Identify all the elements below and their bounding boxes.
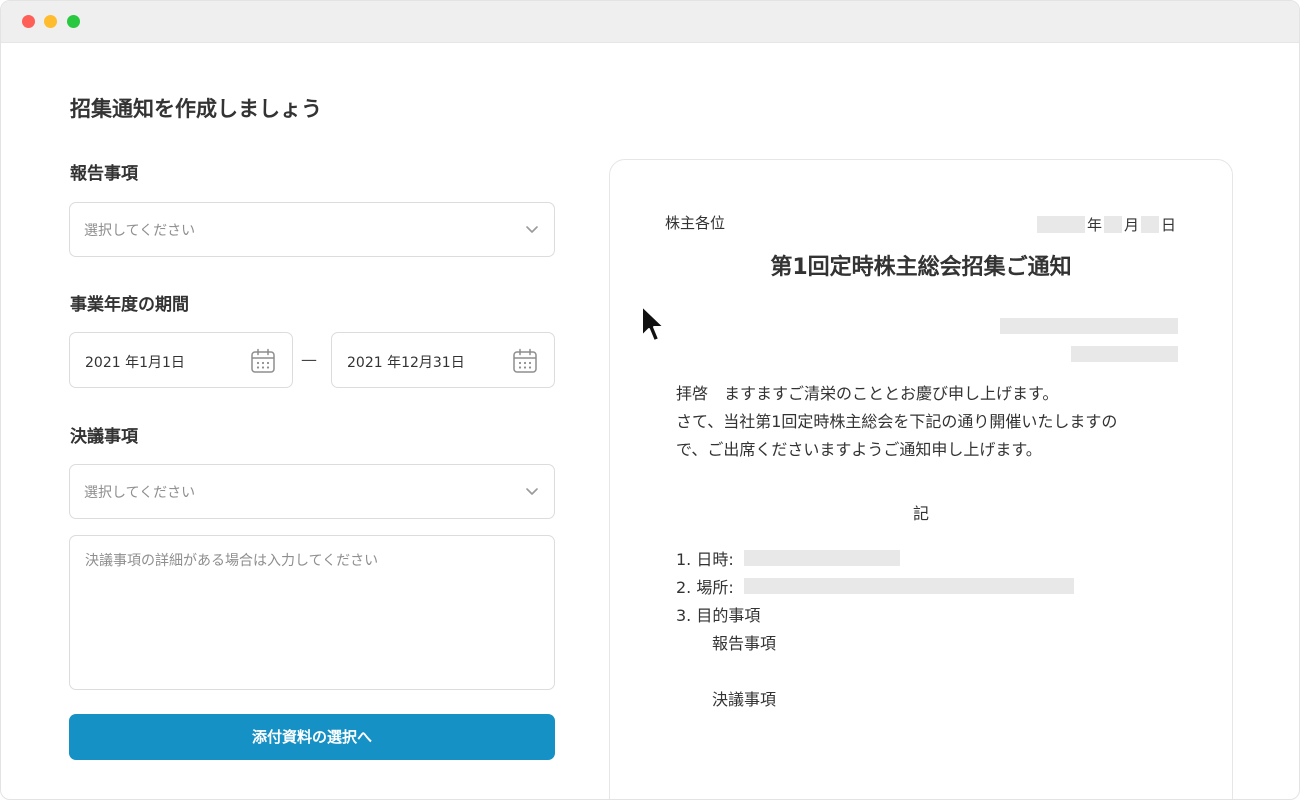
datetime-label: 1. 日時: <box>676 550 734 569</box>
notice-preview-panel: 株主各位 年 月 日 第1回定時株主総会招集ご通知 拝啓 ますますご清栄のことと… <box>609 159 1233 799</box>
month-label: 月 <box>1123 216 1139 234</box>
ki-heading: 記 <box>912 504 929 523</box>
page-title: 招集通知を作成しましょう <box>70 97 322 121</box>
year-label: 年 <box>1086 216 1102 234</box>
datetime-item: 1. 日時: <box>676 546 900 570</box>
chevron-down-icon <box>526 226 538 233</box>
notice-date: 年 月 日 <box>1036 214 1178 235</box>
purpose-resolution-items: 決議事項 <box>712 690 777 709</box>
notice-title: 第1回定時株主総会招集ご通知 <box>770 255 1072 280</box>
representative-placeholder <box>1071 346 1178 362</box>
resolution-items-placeholder: 選択してください <box>84 485 196 501</box>
body-line: 拝啓 ますますご清栄のこととお慶び申し上げます。 <box>676 384 1059 403</box>
app-window: 招集通知を作成しましょう 報告事項 選択してください 事業年度の期間 2021 … <box>0 0 1300 800</box>
place-item: 2. 場所: <box>676 574 1074 598</box>
recipient-label: 株主各位 <box>665 214 726 232</box>
place-label: 2. 場所: <box>676 578 734 597</box>
purpose-label: 3. 目的事項 <box>676 606 761 625</box>
company-address-placeholder <box>1000 318 1178 334</box>
notice-body: 拝啓 ますますご清栄のこととお慶び申し上げます。 さて、当社第1回定時株主総会を… <box>676 380 1117 464</box>
report-items-label: 報告事項 <box>70 164 138 184</box>
start-date-field[interactable]: 2021 年1月1日 <box>69 332 293 388</box>
next-attachments-button[interactable]: 添付資料の選択へ <box>69 714 555 760</box>
title-bar <box>1 1 1299 43</box>
purpose-report-items: 報告事項 <box>712 634 777 653</box>
day-label: 日 <box>1160 216 1176 234</box>
resolution-detail-placeholder: 決議事項の詳細がある場合は入力してください <box>85 553 379 569</box>
resolution-detail-textarea[interactable]: 決議事項の詳細がある場合は入力してください <box>69 535 555 690</box>
close-window-button[interactable] <box>22 15 35 28</box>
report-items-select[interactable]: 選択してください <box>69 202 555 257</box>
purpose-item: 3. 目的事項 <box>676 602 760 626</box>
body-line: で、ご出席くださいますようご通知申し上げます。 <box>676 440 1042 459</box>
minimize-window-button[interactable] <box>44 15 57 28</box>
body-line: さて、当社第1回定時株主総会を下記の通り開催いたしますの <box>676 412 1118 431</box>
calendar-icon[interactable] <box>512 348 538 374</box>
resolution-items-select[interactable]: 選択してください <box>69 464 555 519</box>
calendar-icon[interactable] <box>250 348 276 374</box>
fiscal-period-label: 事業年度の期間 <box>70 295 189 315</box>
report-items-placeholder: 選択してください <box>84 223 196 239</box>
date-range-separator: — <box>301 350 317 369</box>
end-date-field[interactable]: 2021 年12月31日 <box>331 332 555 388</box>
month-blank <box>1103 216 1122 233</box>
start-date-value: 2021 年1月1日 <box>85 355 185 371</box>
zoom-window-button[interactable] <box>67 15 80 28</box>
chevron-down-icon <box>526 488 538 495</box>
place-placeholder <box>743 578 1074 594</box>
day-blank <box>1140 216 1159 233</box>
end-date-value: 2021 年12月31日 <box>347 355 465 371</box>
mouse-pointer-icon <box>641 305 665 342</box>
datetime-placeholder <box>743 550 900 566</box>
resolution-items-label: 決議事項 <box>70 427 138 447</box>
year-blank <box>1036 216 1085 233</box>
